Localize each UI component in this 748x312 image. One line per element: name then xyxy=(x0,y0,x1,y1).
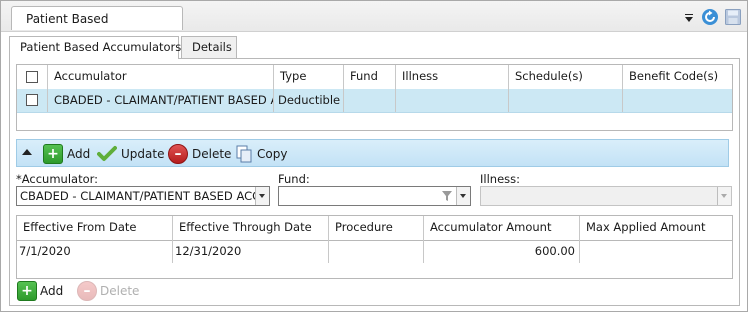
column-header-effective-through[interactable]: Effective Through Date xyxy=(173,216,329,240)
update-label: Update xyxy=(121,147,165,161)
cell-effective-from: 7/1/2020 xyxy=(17,240,173,263)
bottom-delete-button[interactable]: – Delete xyxy=(77,281,139,301)
collapse-icon[interactable] xyxy=(22,149,32,155)
action-toolbar: + Add Update – Delete Copy xyxy=(16,139,729,167)
chevron-down-icon[interactable] xyxy=(456,187,470,205)
plus-icon: + xyxy=(17,281,37,301)
chevron-down-icon[interactable] xyxy=(717,187,731,205)
column-header-effective-from[interactable]: Effective From Date xyxy=(17,216,173,240)
window-tab[interactable]: Patient Based Accumulators xyxy=(11,6,183,50)
add-button[interactable]: + Add xyxy=(43,144,90,164)
select-all-checkbox[interactable] xyxy=(26,71,38,83)
filter-icon[interactable] xyxy=(441,190,453,202)
cell-type: Deductible xyxy=(274,89,344,112)
title-bar: Patient Based Accumulators xyxy=(1,1,747,50)
select-all-cell xyxy=(17,65,48,89)
column-header-benefit-codes[interactable]: Benefit Code(s) xyxy=(623,65,732,89)
cell-fund xyxy=(344,89,396,112)
cell-accumulator-amount: 600.00 xyxy=(424,240,580,263)
illness-select[interactable] xyxy=(480,186,732,206)
column-header-accumulator-amount[interactable]: Accumulator Amount xyxy=(424,216,580,240)
save-icon[interactable] xyxy=(725,9,741,25)
tab-details[interactable]: Details xyxy=(181,36,237,58)
cell-procedure xyxy=(329,240,424,263)
checkmark-icon xyxy=(97,146,117,161)
delete-button[interactable]: – Delete xyxy=(168,144,231,164)
plus-icon: + xyxy=(43,144,63,164)
add-label: Add xyxy=(67,147,91,161)
column-header-accumulator[interactable]: Accumulator xyxy=(48,65,274,89)
cell-max-applied-amount xyxy=(580,240,732,263)
table-row[interactable]: CBADED - CLAIMANT/PATIENT BASED AC Deduc… xyxy=(17,89,732,113)
fund-select[interactable] xyxy=(278,186,471,206)
delete-label: Delete xyxy=(192,147,232,161)
column-header-fund[interactable]: Fund xyxy=(344,65,396,89)
cell-benefit-codes xyxy=(623,89,732,112)
accumulator-grid: Accumulator Type Fund Illness Schedule(s… xyxy=(16,64,733,131)
cell-schedules xyxy=(509,89,623,112)
minus-icon: – xyxy=(168,144,188,164)
accumulator-grid-header: Accumulator Type Fund Illness Schedule(s… xyxy=(17,65,732,90)
column-header-illness[interactable]: Illness xyxy=(396,65,509,89)
column-header-schedules[interactable]: Schedule(s) xyxy=(509,65,623,89)
content-panel: Accumulator Type Fund Illness Schedule(s… xyxy=(9,58,740,306)
main-window: Patient Based Accumulators Patient Based… xyxy=(0,0,748,312)
refresh-icon[interactable] xyxy=(701,8,719,26)
accumulator-field-label: *Accumulator: xyxy=(16,172,99,186)
cell-effective-through: 12/31/2020 xyxy=(173,240,329,263)
accumulator-select-value: CBADED - CLAIMANT/PATIENT BASED ACCU xyxy=(20,189,269,203)
title-bar-icons xyxy=(685,7,741,27)
bottom-add-button[interactable]: + Add xyxy=(17,281,63,301)
tab-patient-based-accumulators[interactable]: Patient Based Accumulators xyxy=(9,36,181,59)
row-checkbox[interactable] xyxy=(26,94,38,106)
column-header-max-applied-amount[interactable]: Max Applied Amount xyxy=(580,216,732,240)
chevron-down-icon[interactable] xyxy=(255,187,269,205)
bottom-delete-label: Delete xyxy=(100,284,140,298)
illness-field-label: Illness: xyxy=(480,172,521,186)
effective-dates-grid-header: Effective From Date Effective Through Da… xyxy=(17,216,732,241)
cell-accumulator: CBADED - CLAIMANT/PATIENT BASED AC xyxy=(48,89,274,112)
copy-icon xyxy=(236,145,252,163)
table-row[interactable]: 7/1/2020 12/31/2020 600.00 xyxy=(17,240,732,263)
update-button[interactable]: Update xyxy=(97,144,164,164)
accumulator-select[interactable]: CBADED - CLAIMANT/PATIENT BASED ACCU xyxy=(16,186,270,206)
row-select-cell xyxy=(17,89,48,112)
bottom-add-label: Add xyxy=(40,284,64,298)
column-header-type[interactable]: Type xyxy=(274,65,344,89)
dropdown-icon[interactable] xyxy=(685,13,693,22)
effective-dates-grid: Effective From Date Effective Through Da… xyxy=(16,215,733,279)
cell-illness xyxy=(396,89,509,112)
fund-field-label: Fund: xyxy=(278,172,310,186)
minus-icon: – xyxy=(77,281,97,301)
copy-button[interactable]: Copy xyxy=(235,144,287,164)
column-header-procedure[interactable]: Procedure xyxy=(329,216,424,240)
copy-label: Copy xyxy=(257,147,288,161)
